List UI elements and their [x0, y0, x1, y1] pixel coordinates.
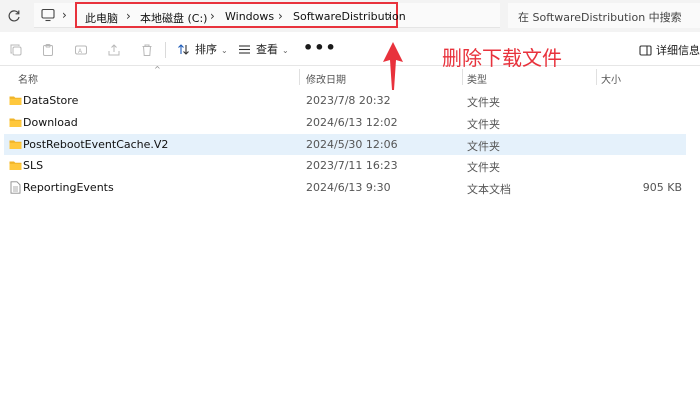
command-bar: A 排序 ⌄ 查看 ⌄ ••• 详细信息 [0, 34, 700, 66]
details-pane-button[interactable]: 详细信息 [639, 42, 700, 58]
file-type: 文件夹 [467, 161, 500, 174]
file-name: PostRebootEventCache.V2 [23, 138, 169, 151]
file-row[interactable]: Download 2024/6/13 12:02 文件夹 [4, 112, 686, 133]
search-placeholder: 在 SoftwareDistribution 中搜索 [518, 11, 682, 24]
folder-icon [9, 118, 22, 127]
column-divider[interactable] [299, 69, 300, 85]
file-row[interactable]: PostRebootEventCache.V2 2024/5/30 12:06 … [4, 134, 686, 155]
refresh-icon[interactable] [6, 8, 22, 24]
column-header-date[interactable]: 修改日期 [306, 71, 346, 86]
file-size: 905 KB [642, 181, 682, 194]
file-type: 文件夹 [467, 118, 500, 131]
file-row[interactable]: DataStore 2023/7/8 20:32 文件夹 [4, 90, 686, 111]
file-name: DataStore [23, 94, 79, 107]
view-button[interactable]: 查看 ⌄ [238, 41, 289, 59]
annotation-arrow-icon [383, 42, 403, 90]
breadcrumb-windows[interactable]: Windows [225, 10, 274, 23]
column-divider[interactable] [596, 69, 597, 85]
delete-icon[interactable] [140, 43, 154, 57]
file-row[interactable]: SLS 2023/7/11 16:23 文件夹 [4, 155, 686, 176]
column-divider[interactable] [462, 69, 463, 85]
column-header-size[interactable]: 大小 [601, 71, 621, 86]
computer-icon [41, 8, 55, 22]
column-header-type[interactable]: 类型 [467, 71, 487, 86]
folder-icon [9, 96, 22, 105]
file-type: 文本文档 [467, 183, 511, 196]
breadcrumb-local-disk[interactable]: 本地磁盘 (C:) [140, 10, 207, 26]
sort-ascending-icon: ^ [154, 65, 161, 74]
file-date: 2024/6/13 9:30 [306, 181, 391, 194]
sort-button[interactable]: 排序 ⌄ [177, 41, 228, 59]
chevron-right-icon[interactable]: › [278, 9, 283, 23]
folder-icon [9, 140, 22, 149]
file-date: 2024/6/13 12:02 [306, 116, 398, 129]
file-name: ReportingEvents [23, 181, 114, 194]
file-date: 2023/7/8 20:32 [306, 94, 391, 107]
copy-icon[interactable] [9, 43, 23, 57]
chevron-down-icon: ⌄ [282, 46, 289, 55]
breadcrumb-this-pc[interactable]: 此电脑 [85, 10, 118, 26]
chevron-right-icon[interactable]: › [210, 9, 215, 23]
view-icon [239, 45, 250, 54]
file-name: Download [23, 116, 78, 129]
text-file-icon [10, 181, 21, 194]
chevron-right-icon[interactable]: › [62, 8, 67, 22]
more-options-button[interactable]: ••• [303, 38, 337, 57]
chevron-right-icon[interactable]: › [387, 9, 392, 23]
file-date: 2024/5/30 12:06 [306, 138, 398, 151]
details-label: 详细信息 [656, 44, 700, 57]
share-icon[interactable] [107, 43, 121, 57]
rename-icon[interactable]: A [74, 43, 88, 57]
file-date: 2023/7/11 16:23 [306, 159, 398, 172]
annotation-text: 删除下载文件 [442, 46, 562, 70]
view-label: 查看 [256, 43, 278, 56]
file-type: 文件夹 [467, 140, 500, 153]
column-header-name[interactable]: 名称 [18, 71, 38, 86]
breadcrumb: 此电脑 › 本地磁盘 (C:) › Windows › SoftwareDist… [75, 2, 406, 28]
sort-label: 排序 [195, 43, 217, 56]
search-input[interactable]: 在 SoftwareDistribution 中搜索 [508, 3, 700, 28]
file-row[interactable]: ReportingEvents 2024/6/13 9:30 文本文档 905 … [4, 177, 686, 198]
address-row: › 此电脑 › 本地磁盘 (C:) › Windows › SoftwareDi… [0, 0, 700, 32]
file-type: 文件夹 [467, 96, 500, 109]
folder-icon [9, 161, 22, 170]
paste-icon[interactable] [41, 43, 55, 57]
toolbar-divider [165, 42, 166, 58]
sort-icon [178, 44, 189, 55]
chevron-down-icon: ⌄ [221, 46, 228, 55]
chevron-right-icon[interactable]: › [126, 9, 131, 23]
file-name: SLS [23, 159, 44, 172]
details-icon [639, 45, 652, 56]
